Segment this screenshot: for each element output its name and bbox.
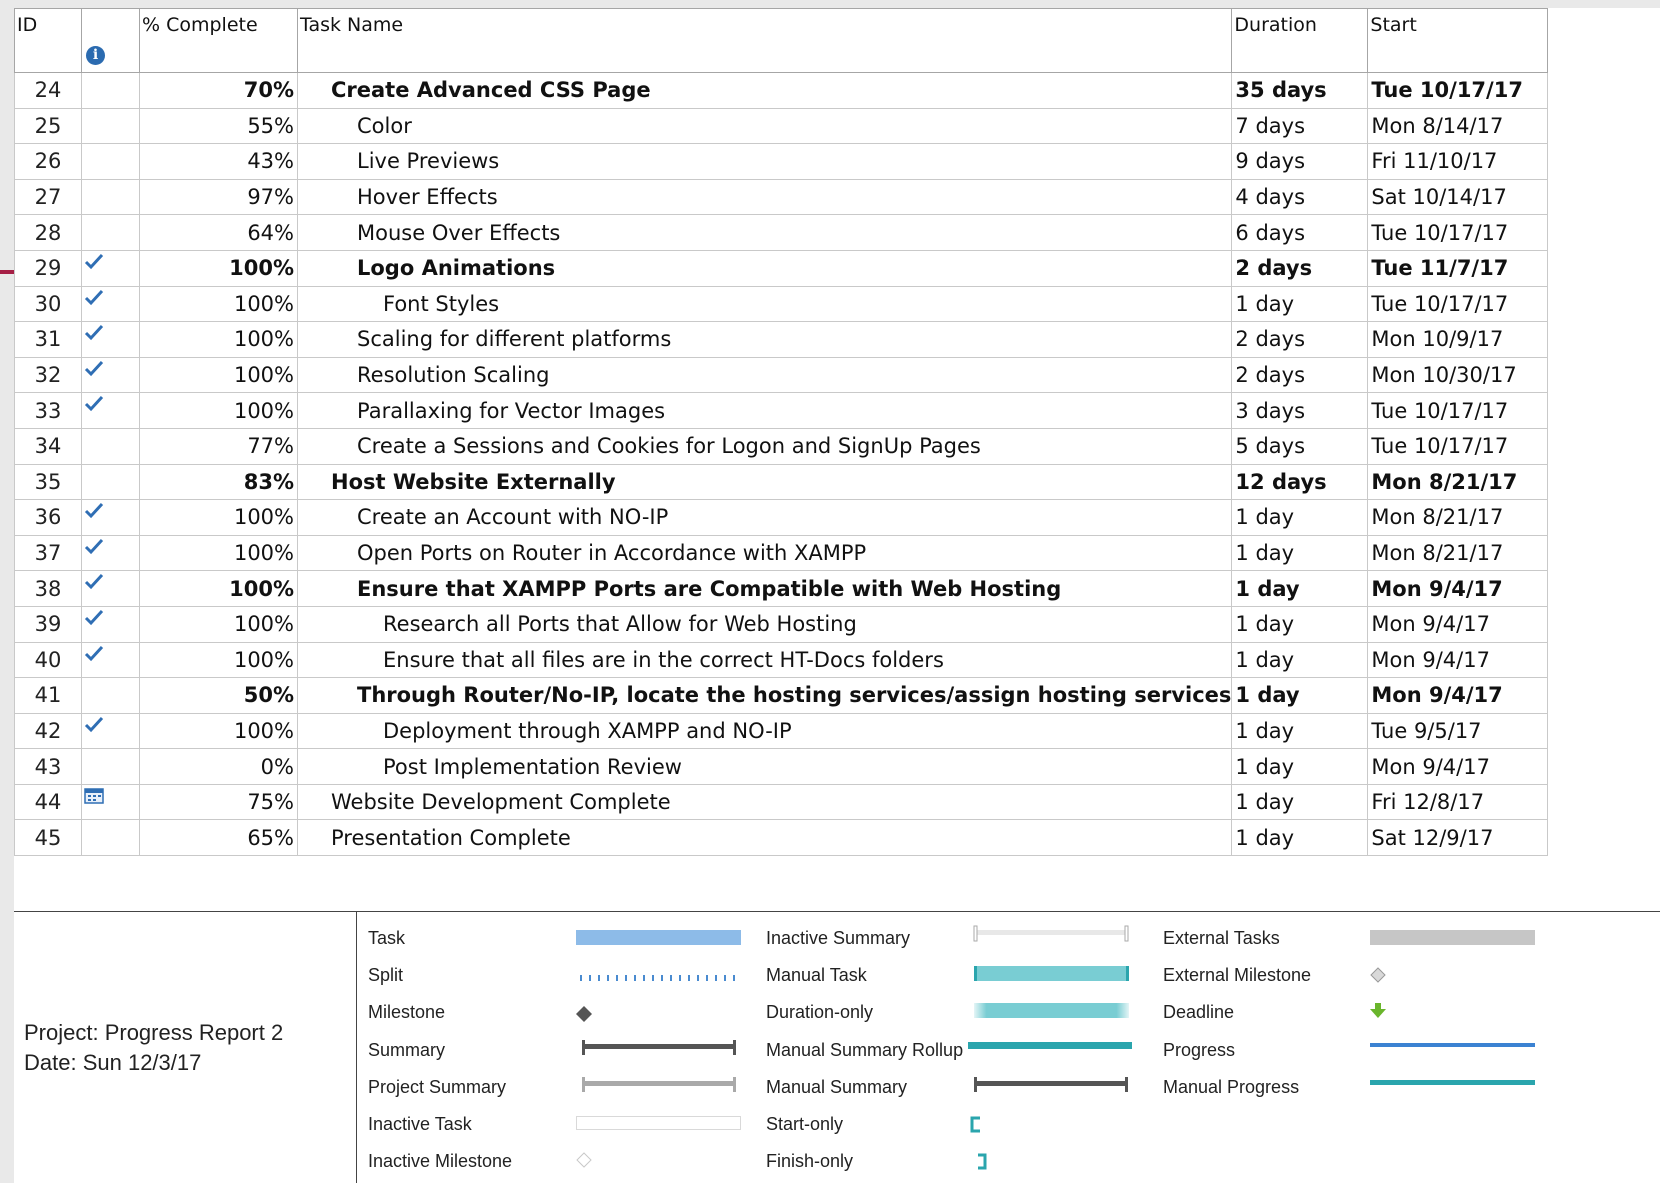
start-only-symbol — [970, 1116, 980, 1133]
project-summary-symbol — [582, 1077, 736, 1092]
external-milestone-symbol — [1370, 967, 1386, 983]
inactive-task-symbol — [576, 1116, 741, 1130]
legend-symbols — [576, 925, 1535, 1170]
gantt-report-page: ID i % Complete Task Name Duration Start… — [14, 8, 1660, 1183]
inactive-summary-symbol — [973, 925, 1129, 942]
duration-only-symbol — [974, 1003, 1129, 1018]
inactive-milestone-symbol — [576, 1152, 592, 1168]
task-bar-symbol — [576, 930, 741, 945]
external-tasks-symbol — [1370, 930, 1535, 945]
manual-summary-symbol — [974, 1077, 1128, 1092]
summary-symbol — [582, 1040, 736, 1055]
finish-only-symbol — [978, 1153, 987, 1170]
milestone-symbol — [576, 1006, 592, 1022]
row-marker — [0, 270, 14, 274]
deadline-symbol — [1370, 1003, 1386, 1018]
manual-summary-rollup-symbol — [968, 1042, 1132, 1049]
manual-progress-symbol — [1370, 1080, 1535, 1085]
manual-task-symbol — [974, 966, 1129, 981]
progress-symbol — [1370, 1043, 1535, 1047]
